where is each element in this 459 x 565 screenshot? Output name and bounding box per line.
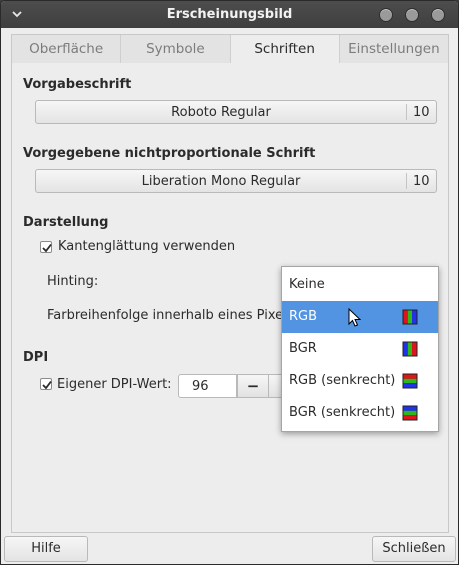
- tab-schriften[interactable]: Schriften: [230, 35, 340, 63]
- close-button[interactable]: Schließen: [372, 536, 456, 562]
- default-font-size: 10: [413, 105, 430, 120]
- option-label: BGR (senkrecht): [289, 405, 396, 420]
- subpixel-order-dropdown: Keine RGB BGR RGB (senkrecht) BGR (senkr…: [281, 266, 439, 432]
- dpi-increase-button[interactable]: [268, 374, 282, 398]
- maximize-button[interactable]: [405, 8, 419, 22]
- dpi-value: 96: [192, 379, 209, 394]
- divider: [406, 173, 407, 189]
- default-font-name: Roboto Regular: [171, 105, 271, 120]
- tab-symbole[interactable]: Symbole: [121, 35, 231, 63]
- mono-font-button[interactable]: Liberation Mono Regular 10: [35, 169, 437, 193]
- rgb-vertical-icon: [402, 309, 418, 325]
- subpixel-order-label: Farbreihenfolge innerhalb eines Pixels:: [47, 308, 298, 323]
- custom-dpi-checkbox[interactable]: [40, 378, 52, 390]
- rgb-horizontal-icon: [402, 373, 418, 389]
- mono-font-heading: Vorgegebene nichtproportionale Schrift: [23, 146, 316, 161]
- default-font-button[interactable]: Roboto Regular 10: [35, 100, 437, 124]
- appearance-window: Erscheinungsbild Oberfläche Symbole Schr…: [0, 0, 459, 565]
- option-label: Keine: [289, 277, 325, 292]
- dpi-decrease-button[interactable]: −: [237, 374, 269, 398]
- option-bgr[interactable]: BGR: [282, 333, 438, 365]
- hinting-label: Hinting:: [47, 274, 99, 289]
- help-button[interactable]: Hilfe: [4, 536, 88, 562]
- tab-oberflaeche[interactable]: Oberfläche: [12, 35, 122, 63]
- option-rgb[interactable]: RGB: [282, 301, 438, 333]
- option-label: RGB (senkrecht): [289, 373, 396, 388]
- mouse-cursor-icon: [348, 308, 362, 327]
- option-bgr-senkrecht[interactable]: BGR (senkrecht): [282, 397, 438, 429]
- checkmark-icon: [42, 243, 52, 253]
- minimize-button[interactable]: [379, 8, 393, 22]
- tab-bar: Oberfläche Symbole Schriften Einstellung…: [11, 34, 449, 63]
- option-label: RGB: [289, 309, 318, 324]
- bgr-vertical-icon: [402, 341, 418, 357]
- bgr-horizontal-icon: [402, 405, 418, 421]
- default-font-heading: Vorgabeschrift: [23, 77, 132, 92]
- antialias-checkbox[interactable]: [40, 241, 52, 253]
- custom-dpi-label: Eigener DPI-Wert:: [57, 377, 172, 392]
- title-bar: Erscheinungsbild: [1, 1, 458, 28]
- option-label: BGR: [289, 341, 317, 356]
- mono-font-size: 10: [413, 174, 430, 189]
- dpi-heading: DPI: [23, 350, 49, 365]
- rendering-heading: Darstellung: [23, 215, 109, 230]
- antialias-label: Kantenglättung verwenden: [58, 239, 236, 254]
- mono-font-name: Liberation Mono Regular: [141, 174, 301, 189]
- close-window-button[interactable]: [431, 8, 445, 22]
- option-keine[interactable]: Keine: [282, 269, 438, 301]
- tab-einstellungen[interactable]: Einstellungen: [340, 35, 448, 63]
- checkmark-icon: [42, 380, 52, 390]
- divider: [406, 104, 407, 120]
- dpi-value-input[interactable]: 96: [178, 374, 237, 398]
- option-rgb-senkrecht[interactable]: RGB (senkrecht): [282, 365, 438, 397]
